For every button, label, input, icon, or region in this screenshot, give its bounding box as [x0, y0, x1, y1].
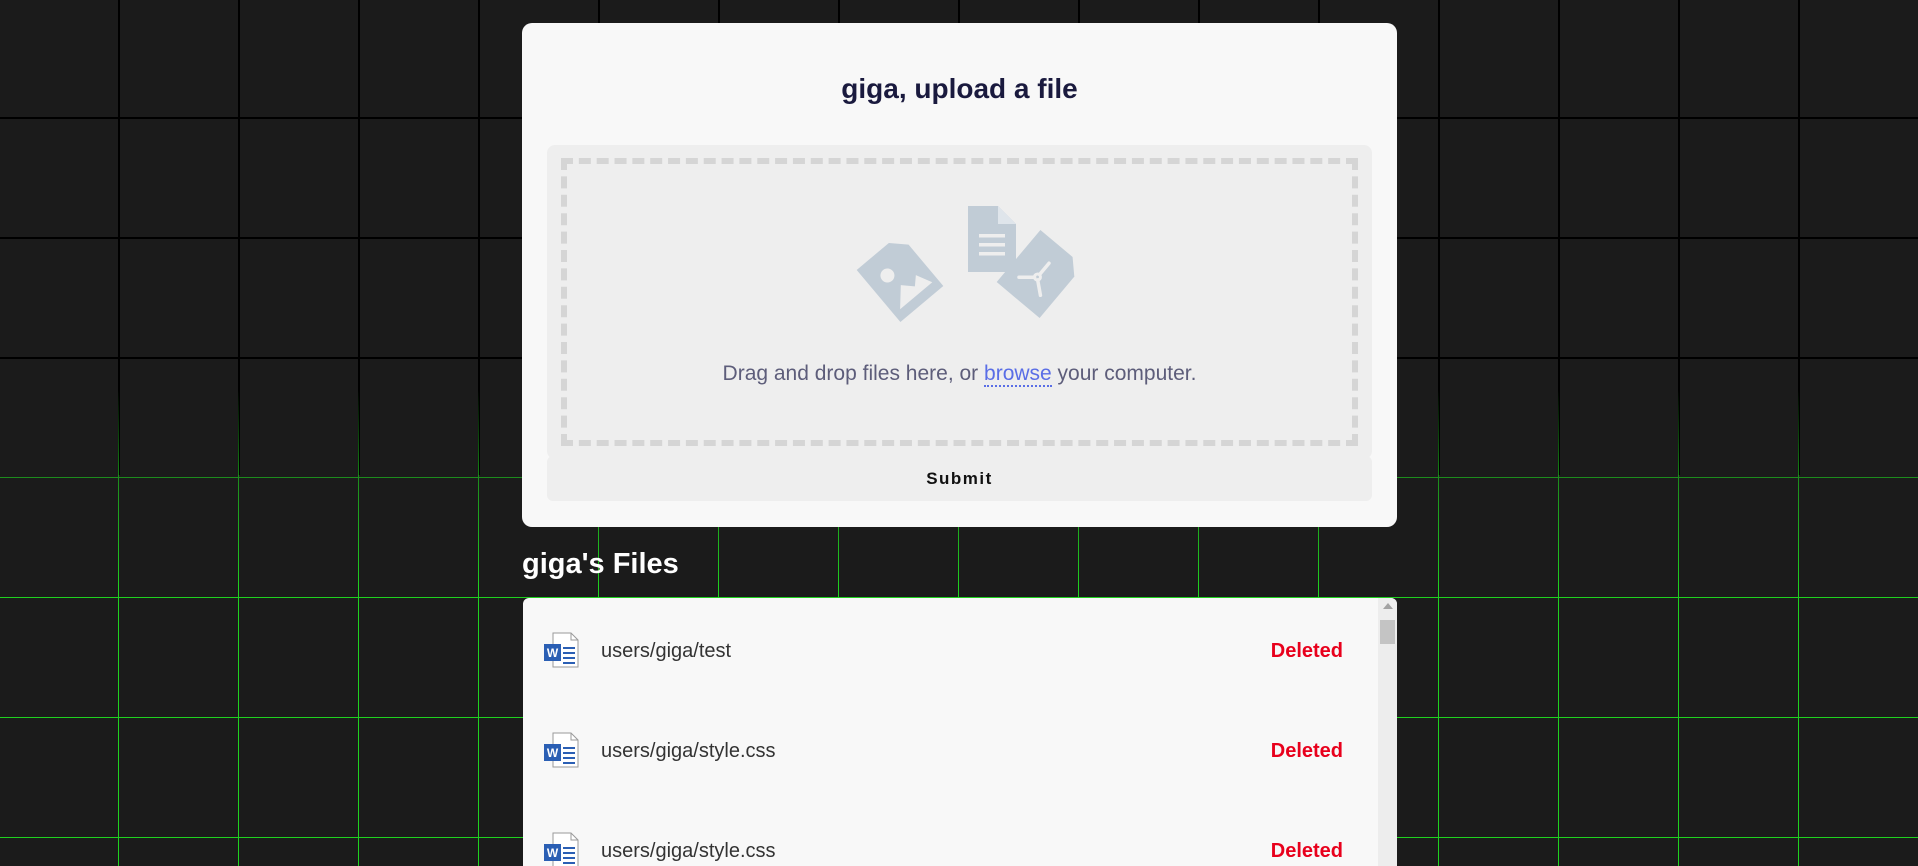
file-list: W users/giga/test Deleted W users/giga/s…	[523, 598, 1397, 866]
dropzone-border: Drag and drop files here, or browse your…	[561, 158, 1358, 446]
files-heading: giga's Files	[522, 548, 679, 580]
file-name: users/giga/style.css	[601, 840, 776, 862]
list-item[interactable]: W users/giga/style.css Deleted	[523, 798, 1378, 866]
dropzone-text-after: your computer.	[1051, 362, 1197, 385]
dropzone-instructions: Drag and drop files here, or browse your…	[567, 362, 1352, 387]
scroll-up-arrow-icon[interactable]	[1383, 603, 1393, 609]
image-file-icon	[856, 242, 944, 323]
status-badge: Deleted	[1270, 740, 1343, 762]
svg-text:W: W	[547, 846, 559, 860]
svg-text:W: W	[547, 646, 559, 660]
dropzone[interactable]: Drag and drop files here, or browse your…	[547, 145, 1372, 459]
file-types-illustration	[856, 206, 1075, 323]
document-file-icon	[968, 206, 1016, 272]
scrollbar[interactable]	[1378, 598, 1397, 866]
list-item[interactable]: W users/giga/style.css Deleted	[523, 698, 1378, 798]
word-document-icon: W	[544, 632, 579, 668]
scrollbar-thumb[interactable]	[1380, 620, 1395, 644]
status-badge: Deleted	[1270, 640, 1343, 662]
browse-link[interactable]: browse	[984, 362, 1052, 387]
svg-text:W: W	[547, 746, 559, 760]
file-name: users/giga/style.css	[601, 740, 776, 762]
status-badge: Deleted	[1270, 840, 1343, 862]
word-document-icon: W	[544, 832, 579, 866]
file-name: users/giga/test	[601, 640, 732, 662]
upload-title: giga, upload a file	[841, 73, 1078, 104]
list-item[interactable]: W users/giga/test Deleted	[523, 598, 1378, 698]
dropzone-text-before: Drag and drop files here, or	[722, 362, 985, 385]
submit-button[interactable]: Submit	[547, 456, 1372, 501]
word-document-icon: W	[544, 732, 579, 768]
upload-card: giga, upload a file Drag and drop files …	[522, 23, 1397, 527]
